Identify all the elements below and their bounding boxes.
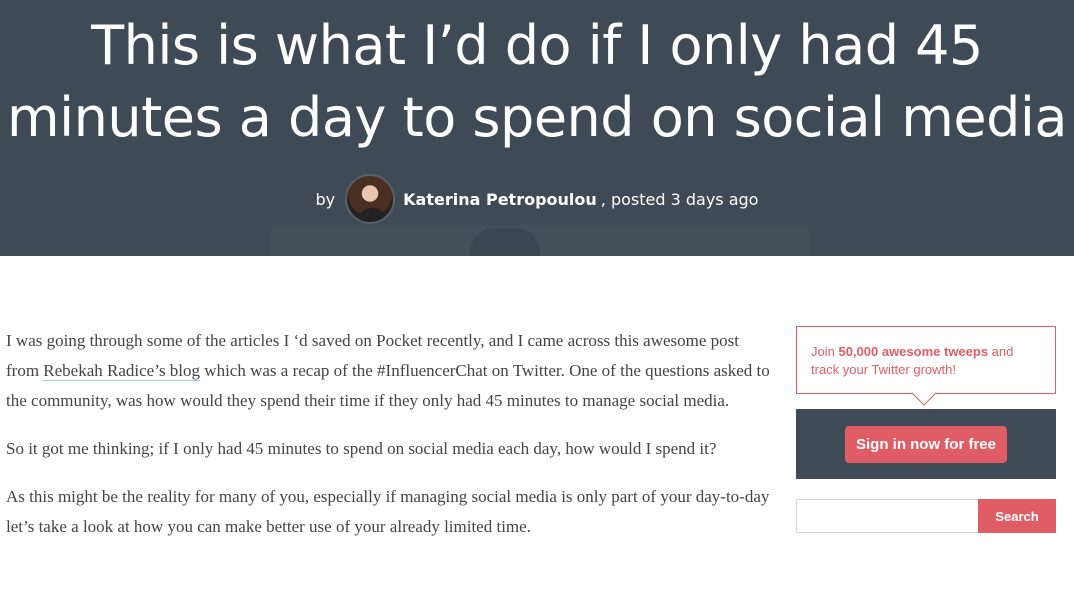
paragraph-3: As this might be the reality for many of…	[6, 487, 770, 536]
signin-panel: Sign in now for free	[796, 409, 1056, 479]
rebekah-blog-link[interactable]: Rebekah Radice’s blog	[43, 361, 201, 381]
byline: by Katerina Petropoulou , posted 3 days …	[0, 174, 1074, 224]
author-link[interactable]: Katerina Petropoulou	[403, 190, 597, 209]
paragraph-2: So it got me thinking; if I only had 45 …	[6, 439, 717, 458]
hero-background-image	[270, 225, 810, 256]
hero-background-object	[470, 228, 540, 256]
hero-header: This is what I’d do if I only had 45 min…	[0, 0, 1074, 256]
posted-time: , posted 3 days ago	[600, 189, 759, 209]
promo-highlight: 50,000 awesome tweeps	[838, 344, 989, 359]
search-button[interactable]: Search	[978, 499, 1056, 533]
article-body: I was going through some of the articles…	[6, 326, 776, 560]
byline-by: by	[315, 189, 336, 209]
paragraph-1: I was going through some of the articles…	[6, 326, 776, 416]
search-input[interactable]	[796, 499, 978, 533]
page-title: This is what I’d do if I only had 45 min…	[7, 14, 1067, 149]
avatar[interactable]	[345, 174, 396, 224]
signin-button[interactable]: Sign in now for free	[844, 425, 1007, 463]
search-form: Search	[796, 499, 1056, 533]
promo-join: Join	[811, 344, 839, 359]
